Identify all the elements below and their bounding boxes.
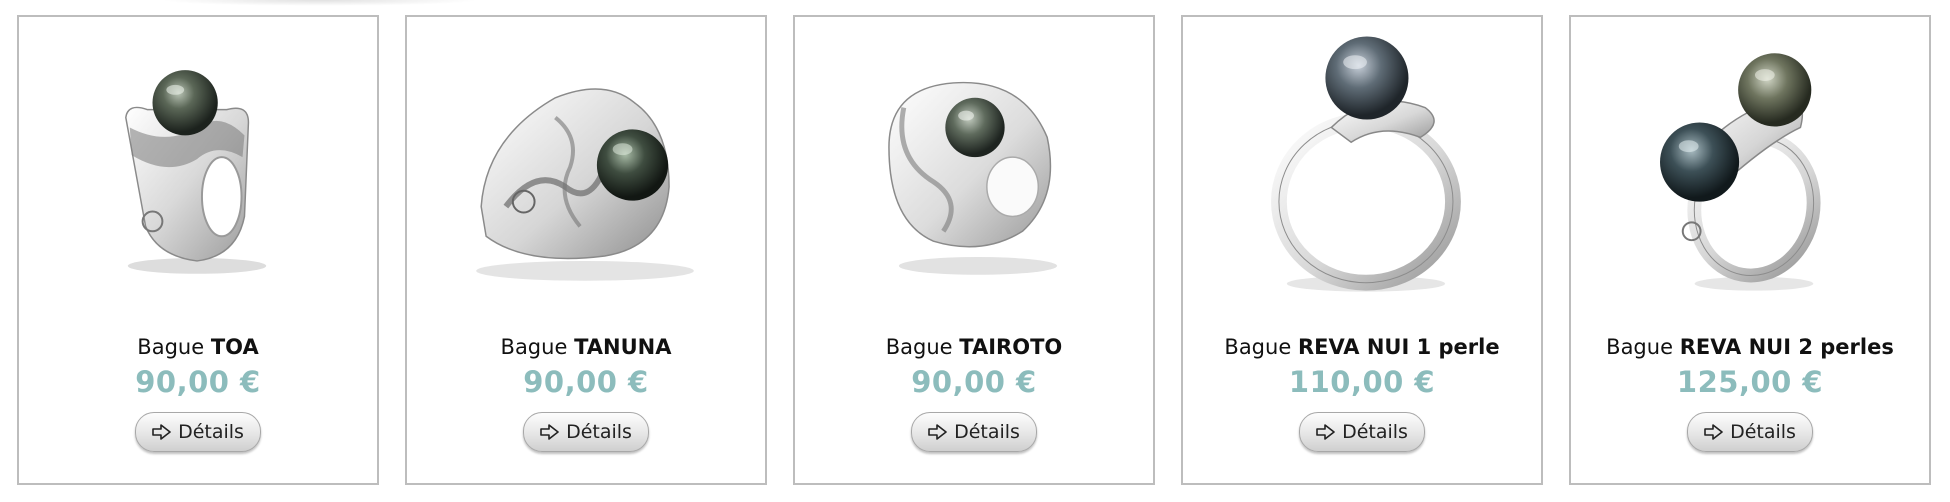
product-model: TAIROTO [959, 335, 1063, 359]
arrow-right-outline-icon [1316, 424, 1335, 440]
product-card: Bague TOA 90,00 € Détails [17, 15, 379, 485]
product-price: 90,00 € [135, 365, 261, 399]
product-model: TANUNA [574, 335, 672, 359]
product-model: TOA [210, 335, 259, 359]
details-button-label: Détails [1730, 421, 1796, 443]
details-button[interactable]: Détails [1687, 412, 1813, 452]
details-button-label: Détails [1342, 421, 1408, 443]
product-prefix: Bague [500, 335, 568, 359]
details-button[interactable]: Détails [1299, 412, 1425, 452]
product-name: Bague TOA [19, 332, 377, 362]
product-price: 90,00 € [911, 365, 1037, 399]
ring-toa-photo[interactable] [19, 17, 377, 317]
product-prefix: Bague [137, 335, 205, 359]
ring-reva-nui-2-photo[interactable] [1571, 17, 1929, 317]
ring-tairoto-photo[interactable] [795, 17, 1153, 317]
details-button[interactable]: Détails [911, 412, 1037, 452]
details-button[interactable]: Détails [135, 412, 261, 452]
product-card: Bague TAIROTO 90,00 € Détails [793, 15, 1155, 485]
product-model: REVA NUI 1 perle [1297, 335, 1500, 359]
arrow-right-outline-icon [1704, 424, 1723, 440]
ring-reva-nui-1-photo[interactable] [1183, 17, 1541, 317]
product-price: 90,00 € [523, 365, 649, 399]
product-prefix: Bague [1606, 335, 1673, 359]
product-grid: Bague TOA 90,00 € Détails Bague TANUNA 9… [17, 15, 1931, 485]
product-card: Bague REVA NUI 1 perle 110,00 € Détails [1181, 15, 1543, 485]
arrow-right-outline-icon [540, 424, 559, 440]
product-model: REVA NUI 2 perles [1679, 335, 1894, 359]
product-name: Bague REVA NUI 1 perle [1183, 332, 1541, 362]
product-name: Bague TANUNA [407, 332, 765, 362]
product-name: Bague TAIROTO [795, 332, 1153, 362]
ring-tanuna-photo[interactable] [407, 17, 765, 317]
product-prefix: Bague [885, 335, 953, 359]
product-card: Bague REVA NUI 2 perles 125,00 € Détails [1569, 15, 1931, 485]
top-shadow [160, 0, 480, 6]
details-button-label: Détails [178, 421, 244, 443]
details-button-label: Détails [954, 421, 1020, 443]
product-name: Bague REVA NUI 2 perles [1571, 332, 1929, 362]
product-price: 125,00 € [1676, 365, 1824, 399]
details-button-label: Détails [566, 421, 632, 443]
product-prefix: Bague [1224, 335, 1292, 359]
arrow-right-outline-icon [928, 424, 947, 440]
arrow-right-outline-icon [152, 424, 171, 440]
product-price: 110,00 € [1288, 365, 1436, 399]
details-button[interactable]: Détails [523, 412, 649, 452]
product-card: Bague TANUNA 90,00 € Détails [405, 15, 767, 485]
